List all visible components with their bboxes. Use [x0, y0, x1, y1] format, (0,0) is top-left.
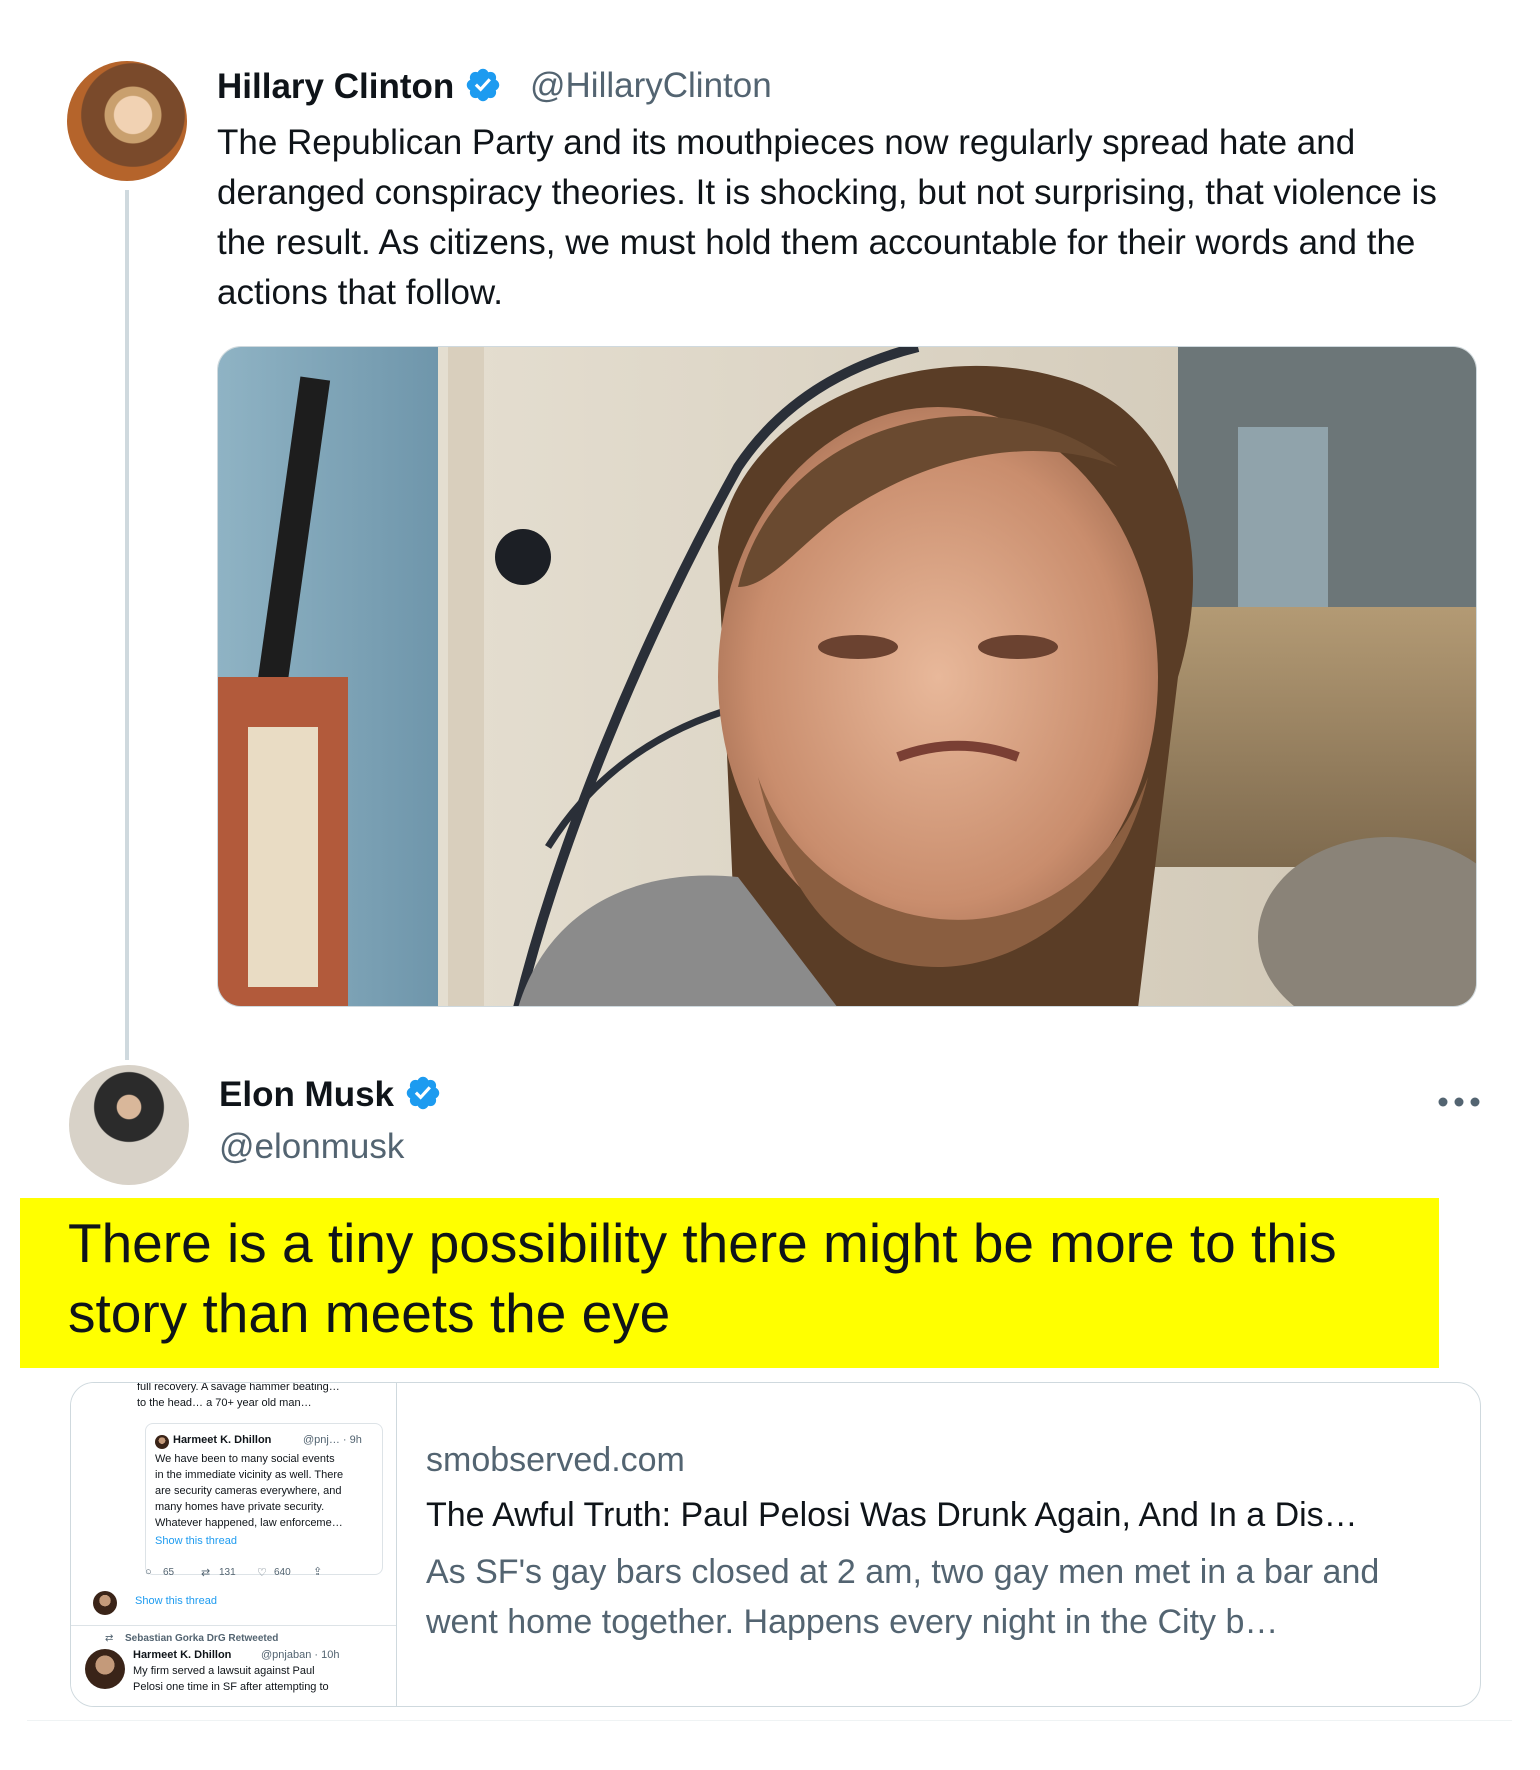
thumb-text: many homes have private security. — [155, 1501, 325, 1513]
ellipsis-icon[interactable] — [1437, 1080, 1481, 1114]
thumb-text: are security cameras everywhere, and — [155, 1485, 342, 1497]
author-name[interactable]: Hillary Clinton — [217, 66, 502, 107]
thumb-avatar — [155, 1435, 169, 1449]
author-handle[interactable]: @elonmusk — [219, 1127, 404, 1167]
thumb-tweet-meta: @pnjaban · 10h — [261, 1649, 340, 1661]
author-handle[interactable]: @HillaryClinton — [530, 66, 772, 106]
tweet-photo[interactable] — [217, 346, 1477, 1007]
thumb-show-thread: Show this thread — [135, 1595, 217, 1607]
like-count: 640 — [274, 1567, 291, 1578]
card-title: The Awful Truth: Paul Pelosi Was Drunk A… — [426, 1496, 1358, 1534]
verified-badge-icon — [466, 68, 500, 102]
thumb-retweeted-by: Sebastian Gorka DrG Retweeted — [125, 1633, 279, 1644]
reply-icon: ○ — [145, 1566, 152, 1578]
thumb-text: to the head… a 70+ year old man… — [137, 1397, 312, 1409]
thumb-text: Pelosi one time in SF after attempting t… — [133, 1681, 329, 1693]
tweet-text: The Republican Party and its mouthpieces… — [217, 123, 1437, 312]
thumb-avatar — [85, 1649, 125, 1689]
thumb-text: full recovery. A savage hammer beating… — [137, 1383, 340, 1393]
thumb-text: We have been to many social events — [155, 1453, 335, 1465]
thumb-quote-name: Harmeet K. Dhillon — [173, 1434, 272, 1446]
divider — [27, 1720, 1512, 1721]
reply-count: 65 — [163, 1567, 175, 1578]
thumb-tweet-name: Harmeet K. Dhillon — [133, 1649, 232, 1661]
thumb-show-thread: Show this thread — [155, 1535, 237, 1547]
author-name-text[interactable]: Hillary Clinton — [217, 67, 454, 106]
retweet-count: 131 — [219, 1567, 236, 1578]
thumb-divider — [71, 1625, 396, 1626]
like-icon: ♡ — [257, 1567, 267, 1579]
elon-avatar[interactable] — [69, 1065, 189, 1185]
card-domain: smobserved.com — [426, 1441, 685, 1479]
share-icon: ⇪ — [313, 1566, 323, 1578]
thumb-text: in the immediate vicinity as well. There — [155, 1469, 344, 1481]
hillary-avatar[interactable] — [67, 61, 187, 181]
author-name-text[interactable]: Elon Musk — [219, 1075, 394, 1114]
photo-illustration — [218, 347, 1476, 1006]
thumb-text: Whatever happened, law enforceme… — [155, 1517, 343, 1529]
thumb-quote-meta: @pnj… · 9h — [303, 1434, 362, 1446]
card-thumbnail: full recovery. A savage hammer beating… … — [71, 1383, 397, 1706]
retweet-icon: ⇄ — [201, 1567, 211, 1579]
card-description: As SF's gay bars closed at 2 am, two gay… — [426, 1553, 1380, 1641]
verified-badge-icon — [406, 1076, 439, 1110]
link-preview-card[interactable]: full recovery. A savage hammer beating… … — [70, 1382, 1481, 1707]
retweet-icon: ⇄ — [105, 1633, 114, 1644]
thread-connector-line — [125, 190, 129, 1060]
author-name[interactable]: Elon Musk — [219, 1074, 442, 1115]
thumb-text: My firm served a lawsuit against Paul — [133, 1665, 315, 1677]
tweet-text: There is a tiny possibility there might … — [68, 1212, 1337, 1344]
thumb-avatar — [93, 1591, 117, 1615]
